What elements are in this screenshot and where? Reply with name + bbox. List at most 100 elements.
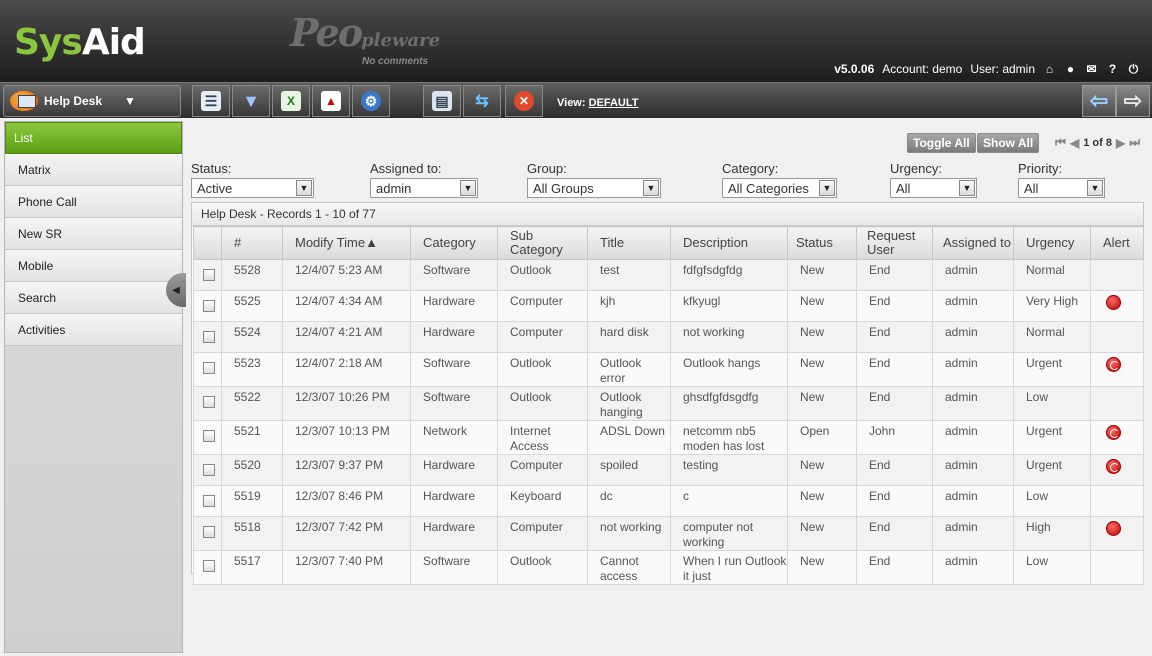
table-row[interactable]: 5525 12/4/07 4:34 AM Hardware Computer kjh kf…: [193, 290, 1144, 322]
column-header-urgency[interactable]: Urgency: [1013, 226, 1091, 260]
export-pdf-button[interactable]: ▲: [312, 85, 350, 117]
sidebar-item-new-sr[interactable]: New SR: [5, 218, 182, 250]
logout-icon[interactable]: ⏻: [1127, 62, 1140, 76]
app-header: SysAid Peopleware No comments v5.0.06 Ac…: [0, 0, 1152, 82]
page-indicator: 1 of 8: [1083, 136, 1112, 149]
cell-category: Hardware: [410, 290, 498, 322]
show-all-button[interactable]: Show All: [977, 133, 1040, 153]
cell-category: Network: [410, 420, 498, 455]
mail-icon[interactable]: ✉: [1085, 62, 1098, 76]
group-select[interactable]: All Groups ▼: [527, 178, 661, 198]
list-view-button[interactable]: ☰: [192, 85, 230, 117]
table-row[interactable]: 5520 12/3/07 9:37 PM Hardware Computer spoil…: [193, 454, 1144, 486]
sidebar-item-search[interactable]: Search: [5, 282, 182, 314]
cell-modify-time: 12/4/07 4:34 AM: [282, 290, 411, 322]
cell-id: 5528: [221, 259, 283, 291]
row-checkbox[interactable]: [203, 331, 215, 343]
back-arrow-button[interactable]: ⇦: [1082, 85, 1116, 117]
user-icon[interactable]: ●: [1064, 62, 1077, 76]
version-label: v5.0.06: [834, 62, 875, 76]
urgency-select[interactable]: All ▼: [890, 178, 977, 198]
cell-sub-category: Outlook: [497, 352, 588, 387]
column-header-status[interactable]: Status: [787, 226, 857, 260]
sidebar-item-mobile[interactable]: Mobile: [5, 250, 182, 282]
column-header-description[interactable]: Description: [670, 226, 788, 260]
table-row[interactable]: 5521 12/3/07 10:13 PM Network Internet Acce…: [193, 420, 1144, 455]
cell-assigned-to: admin: [932, 352, 1014, 387]
cell-sub-category: Outlook: [497, 386, 588, 421]
column-header-sub-category[interactable]: Sub Category: [497, 226, 588, 260]
row-checkbox[interactable]: [203, 430, 215, 442]
cell-title: Outlook hanging: [587, 386, 671, 421]
row-checkbox[interactable]: [203, 300, 215, 312]
urgency-filter: Urgency: All ▼: [890, 161, 977, 198]
cell-request-user: End: [856, 321, 933, 353]
table-row[interactable]: 5518 12/3/07 7:42 PM Hardware Computer not w…: [193, 516, 1144, 551]
column-header-assigned-to[interactable]: Assigned to: [932, 226, 1014, 260]
sidebar-item-phone-call[interactable]: Phone Call: [5, 186, 182, 218]
category-select[interactable]: All Categories ▼: [722, 178, 837, 198]
cell-urgency: Low: [1013, 485, 1091, 517]
first-page-icon[interactable]: ⏮: [1055, 135, 1066, 150]
export-excel-button[interactable]: X: [272, 85, 310, 117]
sidebar-item-list[interactable]: List: [5, 122, 182, 154]
row-checkbox[interactable]: [203, 526, 215, 538]
table-row[interactable]: 5522 12/3/07 10:26 PM Software Outlook Outlo…: [193, 386, 1144, 421]
dropdown-arrow-icon: ▼: [296, 180, 312, 196]
row-checkbox[interactable]: [203, 495, 215, 507]
row-checkbox[interactable]: [203, 396, 215, 408]
cell-description: When I run Outlook it just: [670, 550, 788, 585]
priority-select[interactable]: All ▼: [1018, 178, 1105, 198]
cancel-button[interactable]: ✕: [505, 85, 543, 117]
prev-page-icon[interactable]: ◀: [1070, 136, 1079, 150]
row-checkbox[interactable]: [203, 464, 215, 476]
table-header-row: # Modify Time▲ Category Sub Category Tit…: [193, 226, 1144, 260]
settings-button[interactable]: ⚙: [352, 85, 390, 117]
table-row[interactable]: 5519 12/3/07 8:46 PM Hardware Keyboard dc c Ne…: [193, 485, 1144, 517]
column-header-modify-time[interactable]: Modify Time▲: [282, 226, 411, 260]
help-icon[interactable]: ?: [1106, 62, 1119, 76]
next-page-icon[interactable]: ▶: [1116, 136, 1125, 150]
column-header-id[interactable]: #: [221, 226, 283, 260]
cell-alert: [1090, 259, 1144, 291]
row-checkbox[interactable]: [203, 560, 215, 572]
row-checkbox[interactable]: [203, 362, 215, 374]
cell-category: Software: [410, 259, 498, 291]
cell-assigned-to: admin: [932, 516, 1014, 551]
cell-request-user: End: [856, 485, 933, 517]
print-button[interactable]: ▤: [423, 85, 461, 117]
view-default-link[interactable]: DEFAULT: [589, 97, 639, 109]
cell-request-user: End: [856, 454, 933, 486]
cell-description: c: [670, 485, 788, 517]
status-select[interactable]: Active ▼: [191, 178, 314, 198]
sidebar-item-activities[interactable]: Activities: [5, 314, 182, 346]
column-header-title[interactable]: Title: [587, 226, 671, 260]
cell-description: testing: [670, 454, 788, 486]
assigned-select[interactable]: admin ▼: [370, 178, 478, 198]
swap-button[interactable]: ⇆: [463, 85, 501, 117]
category-filter: Category: All Categories ▼: [722, 161, 837, 198]
column-header-category[interactable]: Category: [410, 226, 498, 260]
cell-request-user: End: [856, 516, 933, 551]
cell-id: 5525: [221, 290, 283, 322]
cell-category: Hardware: [410, 321, 498, 353]
column-header-alert[interactable]: Alert: [1090, 226, 1144, 260]
sidebar-item-matrix[interactable]: Matrix: [5, 154, 182, 186]
forward-arrow-button[interactable]: ⇨: [1116, 85, 1150, 117]
row-checkbox[interactable]: [203, 269, 215, 281]
table-row[interactable]: 5528 12/4/07 5:23 AM Software Outlook test fd…: [193, 259, 1144, 291]
cell-sub-category: Computer: [497, 516, 588, 551]
table-row[interactable]: 5517 12/3/07 7:40 PM Software Outlook Cannot…: [193, 550, 1144, 585]
cell-alert: [1090, 352, 1144, 387]
module-selector[interactable]: Help Desk ▼: [3, 85, 181, 117]
filter-button[interactable]: ▼: [232, 85, 270, 117]
last-page-icon[interactable]: ⏭: [1129, 135, 1140, 150]
table-row[interactable]: 5523 12/4/07 2:18 AM Software Outlook Outloo…: [193, 352, 1144, 387]
cell-request-user: End: [856, 386, 933, 421]
cell-assigned-to: admin: [932, 420, 1014, 455]
column-header-request-user[interactable]: Request User: [856, 226, 933, 260]
table-row[interactable]: 5524 12/4/07 4:21 AM Hardware Computer hard …: [193, 321, 1144, 353]
toggle-all-button[interactable]: Toggle All: [907, 133, 976, 153]
home-icon[interactable]: ⌂: [1043, 62, 1056, 76]
cell-id: 5518: [221, 516, 283, 551]
